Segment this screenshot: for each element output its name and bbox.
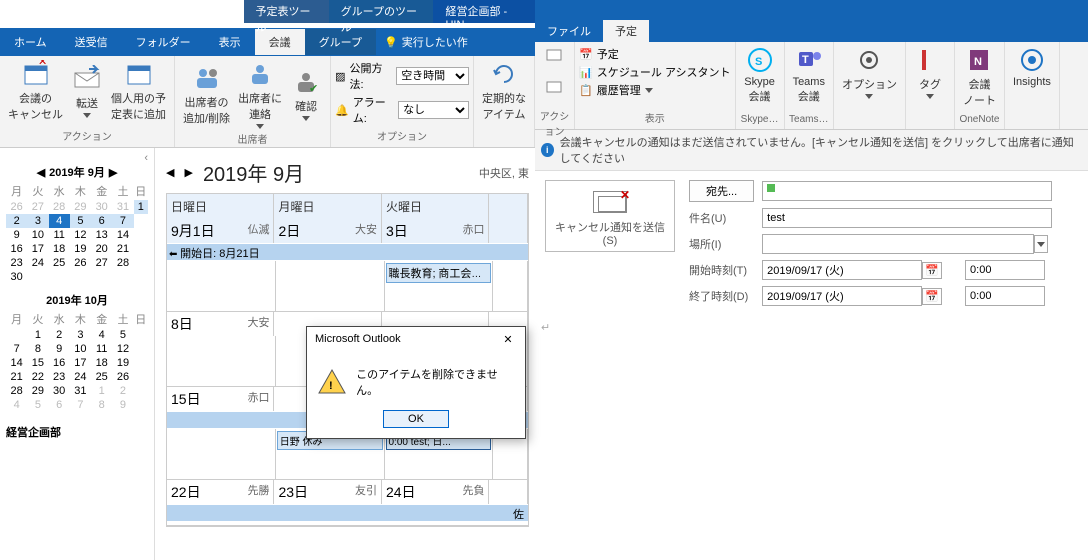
dialog-message: このアイテムを削除できません。 <box>356 366 515 398</box>
location-label: 場所(I) <box>685 231 758 257</box>
sched-assist-button[interactable]: スケジュール アシスタント <box>597 64 731 80</box>
recurrence-button[interactable]: 定期的な アイテム <box>478 58 530 124</box>
action-small[interactable] <box>539 44 579 76</box>
group-attendee-label: 出席者 <box>179 131 326 148</box>
add-personal-calendar-button[interactable]: 個人用の予 定表に追加 <box>107 58 170 124</box>
confirm-button[interactable]: ✔確認 <box>286 58 326 131</box>
end-time-input[interactable] <box>965 286 1045 306</box>
start-date-input[interactable] <box>762 260 922 280</box>
right-menubar <box>535 0 1088 20</box>
group-teams-label: Teams… <box>789 114 829 127</box>
cancel-meeting-button[interactable]: ✕会議の キャンセル <box>4 58 67 124</box>
alarm-label: アラーム: <box>353 94 394 126</box>
tab-folder[interactable]: フォルダー <box>122 29 205 55</box>
tooltab-calendar[interactable]: 予定表ツール <box>244 0 329 23</box>
dialog-title: Microsoft Outlook <box>315 333 401 346</box>
event-startdate[interactable]: ⬅ 開始日: 8月21日 <box>167 244 528 260</box>
end-label: 終了時刻(D) <box>685 283 758 309</box>
alarm-icon: 🔔 <box>335 104 349 117</box>
month-title: 2019年 9月 <box>203 158 304 187</box>
group-display-label: 表示 <box>579 110 731 127</box>
subject-input[interactable] <box>762 208 1052 228</box>
date-picker-icon[interactable]: 📅 <box>922 262 942 279</box>
event[interactable]: 職長教育; 商工会議所 <box>386 263 492 283</box>
tab-sendrecv[interactable]: 送受信 <box>61 29 122 55</box>
event-band[interactable]: 佐 <box>167 505 528 521</box>
calendar-icon: 📅 <box>579 48 593 61</box>
history-icon: 📋 <box>579 84 593 97</box>
attendees-button[interactable]: 出席者の 追加/削除 <box>179 58 234 131</box>
send-cancel-button[interactable]: ✕ キャンセル通知を送信(S) <box>545 180 675 252</box>
to-button[interactable]: 宛先... <box>689 180 754 202</box>
dow-header: 月曜日 <box>274 194 381 219</box>
teams-meeting-button[interactable]: TTeams 会議 <box>789 44 829 106</box>
subject-label: 件名(U) <box>685 205 758 231</box>
svg-text:✕: ✕ <box>38 60 47 68</box>
info-bar: i会議キャンセルの通知はまだ送信されていません。[キャンセル通知を送信] をクリ… <box>535 130 1088 171</box>
tab-appointment[interactable]: 予定 <box>603 20 649 42</box>
svg-text:✔: ✔ <box>309 83 318 95</box>
prev-month-icon[interactable]: ◀ <box>37 166 45 179</box>
error-dialog: Microsoft Outlook ✕ ! このアイテムを削除できません。 OK <box>306 326 526 439</box>
location-input[interactable] <box>762 234 1034 254</box>
window-title: 経営企画部 - HIN <box>433 0 535 23</box>
history-button[interactable]: 履歴管理 <box>597 82 641 98</box>
svg-text:N: N <box>974 56 982 68</box>
pub-method-label: 公開方法: <box>349 60 392 92</box>
group-action-label: アクション <box>4 128 170 145</box>
next-month-icon[interactable]: ▶ <box>109 166 117 179</box>
contact-attendees-button[interactable]: 出席者に 連絡 <box>234 58 286 131</box>
action-small2[interactable] <box>539 76 579 108</box>
svg-text:T: T <box>802 54 809 66</box>
tooltab-group[interactable]: グループのツール <box>329 0 434 23</box>
svg-text:!: ! <box>329 380 333 392</box>
group-option-label: オプション <box>335 128 469 145</box>
location-label: 中央区, 東 <box>479 165 529 181</box>
start-label: 開始時刻(T) <box>685 257 758 283</box>
tab-home[interactable]: ホーム <box>0 29 61 55</box>
pub-method-select[interactable]: 空き時間 <box>396 67 469 85</box>
mini-calendar-oct[interactable]: 2019年 10月 月火水木金土日 12345 789101112 141516… <box>6 292 148 412</box>
skype-meeting-button[interactable]: SSkype 会議 <box>740 44 780 106</box>
alarm-select[interactable]: なし <box>398 101 469 119</box>
tab-view[interactable]: 表示 <box>205 29 255 55</box>
end-date-input[interactable] <box>762 286 922 306</box>
tab-file[interactable]: ファイル <box>535 20 603 42</box>
start-time-input[interactable] <box>965 260 1045 280</box>
ok-button[interactable]: OK <box>383 410 449 428</box>
options-button[interactable]: オプション <box>838 44 901 101</box>
group-skype-label: Skype… <box>740 114 780 127</box>
date-picker-icon[interactable]: 📅 <box>922 288 942 305</box>
dow-header <box>489 194 528 219</box>
svg-text:S: S <box>755 56 762 68</box>
schedule-icon: 📊 <box>579 66 593 79</box>
mini-calendar-sept[interactable]: ◀2019年 9月▶ 月火水木金土日 2627282930311 234567 … <box>6 164 148 284</box>
meeting-notes-button[interactable]: N会議 ノート <box>959 44 1000 110</box>
warning-icon: ! <box>317 367 346 397</box>
info-icon: i <box>541 143 554 157</box>
forward-button[interactable]: 転送 <box>67 58 107 124</box>
busy-icon: ▨ <box>335 70 345 83</box>
location-dropdown[interactable] <box>1034 235 1048 253</box>
dow-header: 日曜日 <box>167 194 274 219</box>
tell-me[interactable]: 💡 実行したい作 <box>384 34 468 50</box>
group-onenote-label: OneNote <box>959 114 1000 127</box>
insights-button[interactable]: Insights <box>1009 44 1055 90</box>
close-icon[interactable]: ✕ <box>499 333 517 346</box>
month-prev-icon[interactable]: ◀ <box>166 166 174 179</box>
tags-button[interactable]: タグ <box>910 44 950 101</box>
month-next-icon[interactable]: ▶ <box>184 166 192 179</box>
group-name[interactable]: 経営企画部 <box>6 424 148 440</box>
dow-header: 火曜日 <box>382 194 489 219</box>
